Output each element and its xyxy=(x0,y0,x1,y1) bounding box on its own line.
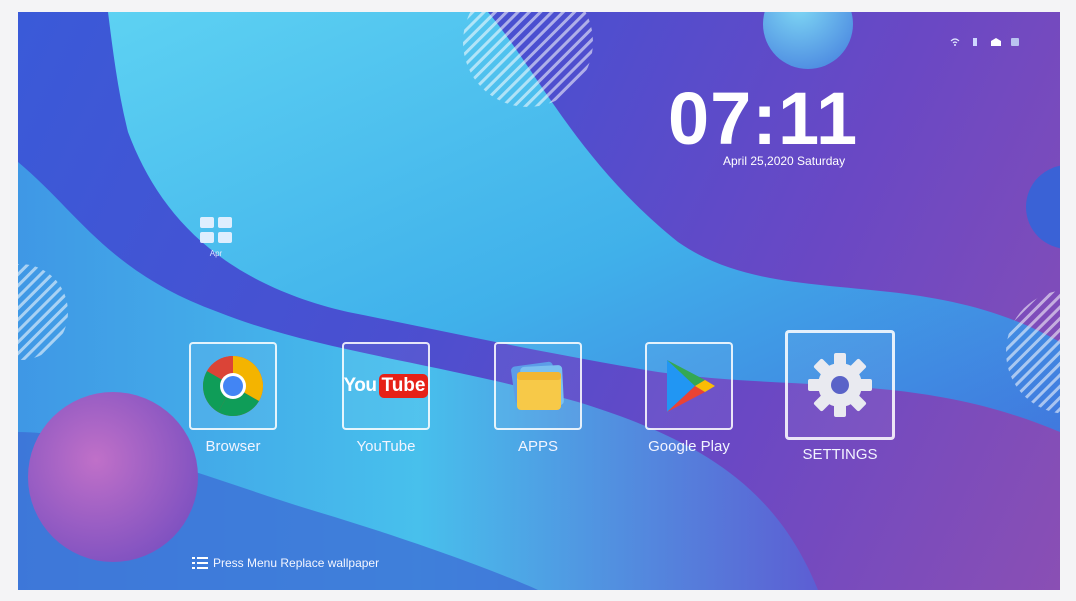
app-label-google-play: Google Play xyxy=(648,438,730,455)
app-google-play[interactable]: Google Play xyxy=(624,342,754,455)
app-frame-selected[interactable] xyxy=(785,330,895,440)
youtube-logo-tube: Tube xyxy=(378,374,429,398)
app-frame[interactable] xyxy=(645,342,733,430)
wallpaper-hint-text: Press Menu Replace wallpaper xyxy=(213,556,380,570)
wallpaper-hint: Press Menu Replace wallpaper xyxy=(192,556,379,570)
youtube-logo-you: You xyxy=(343,375,377,396)
desktop-shortcut[interactable]: Apr xyxy=(196,217,236,258)
wallpaper xyxy=(18,12,1060,590)
app-frame[interactable]: You Tube xyxy=(342,342,430,430)
app-settings[interactable]: SETTINGS xyxy=(775,330,905,463)
status-bar xyxy=(950,34,1020,46)
app-browser[interactable]: Browser xyxy=(168,342,298,455)
notification-icon xyxy=(1010,34,1020,46)
app-label-browser: Browser xyxy=(205,438,261,455)
grid-app-icon xyxy=(200,217,232,243)
youtube-icon: You Tube xyxy=(344,374,429,398)
app-frame[interactable] xyxy=(494,342,582,430)
app-apps[interactable]: APPS xyxy=(473,342,603,455)
gear-icon xyxy=(808,353,872,417)
clock-time: 07:11 xyxy=(668,77,859,160)
apps-folder-icon xyxy=(511,361,564,410)
app-youtube[interactable]: You Tube YouTube xyxy=(321,342,451,455)
app-label-youtube: YouTube xyxy=(356,438,416,455)
clock-date: April 25,2020 Saturday xyxy=(723,154,846,168)
app-label-apps: APPS xyxy=(517,438,559,455)
ethernet-icon xyxy=(990,34,1001,46)
app-frame[interactable] xyxy=(189,342,277,430)
chrome-icon xyxy=(202,356,264,417)
google-play-icon xyxy=(667,360,715,412)
desktop-shortcut-label: Apr xyxy=(209,249,223,258)
launcher-screen: 07:11 April 25,2020 Saturday Apr Browser xyxy=(18,12,1060,590)
usb-icon xyxy=(970,34,980,46)
wifi-icon xyxy=(950,34,960,46)
app-label-settings: SETTINGS xyxy=(802,446,878,463)
menu-icon xyxy=(192,557,208,569)
